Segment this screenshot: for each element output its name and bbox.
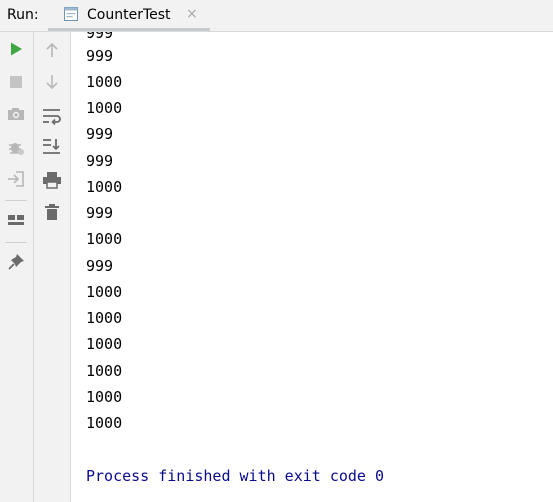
- run-label: Run:: [7, 7, 39, 23]
- console-line: 999: [86, 125, 114, 143]
- camera-icon[interactable]: [7, 106, 25, 122]
- console-output[interactable]: 999 999 1000 1000 999 999 1000 999 1000 …: [72, 32, 553, 502]
- print-icon[interactable]: [42, 171, 62, 189]
- login-icon[interactable]: [7, 170, 25, 188]
- pin-icon[interactable]: [7, 253, 25, 271]
- debug-icon[interactable]: [7, 138, 25, 156]
- console-tab-icon: [63, 6, 79, 26]
- console-line: 1000: [86, 309, 123, 327]
- run-actions-toolbar: [0, 32, 34, 502]
- console-line: 1000: [86, 388, 123, 406]
- console-line: 999: [86, 47, 114, 65]
- console-line: 1000: [86, 73, 123, 91]
- console-line: 999: [86, 204, 114, 222]
- console-line: 1000: [86, 362, 123, 380]
- console-line: 1000: [86, 178, 123, 196]
- up-arrow-icon[interactable]: [44, 41, 60, 59]
- console-line: 999: [86, 152, 114, 170]
- down-arrow-icon[interactable]: [44, 73, 60, 91]
- console-line: 1000: [86, 335, 123, 353]
- close-tab-icon[interactable]: ×: [186, 6, 198, 22]
- active-tab-indicator: [48, 28, 210, 31]
- toolbar-separator: [5, 200, 27, 201]
- tab-title: CounterTest: [87, 7, 171, 23]
- run-tool-window-header: Run: CounterTest ×: [0, 0, 553, 32]
- soft-wrap-icon[interactable]: [42, 107, 62, 125]
- console-line: 1000: [86, 99, 123, 117]
- console-line-partial: 999: [86, 32, 114, 42]
- console-actions-toolbar: [34, 32, 71, 502]
- run-icon[interactable]: [8, 41, 24, 57]
- console-line: 999: [86, 257, 114, 275]
- trash-icon[interactable]: [43, 203, 61, 221]
- console-line: 1000: [86, 414, 123, 432]
- scroll-to-end-icon[interactable]: [42, 137, 62, 155]
- layout-icon[interactable]: [7, 212, 25, 228]
- console-line: 1000: [86, 283, 123, 301]
- console-line: 1000: [86, 230, 123, 248]
- toolbar-separator: [5, 242, 27, 243]
- process-finished-message: Process finished with exit code 0: [86, 467, 385, 485]
- stop-icon[interactable]: [8, 74, 24, 90]
